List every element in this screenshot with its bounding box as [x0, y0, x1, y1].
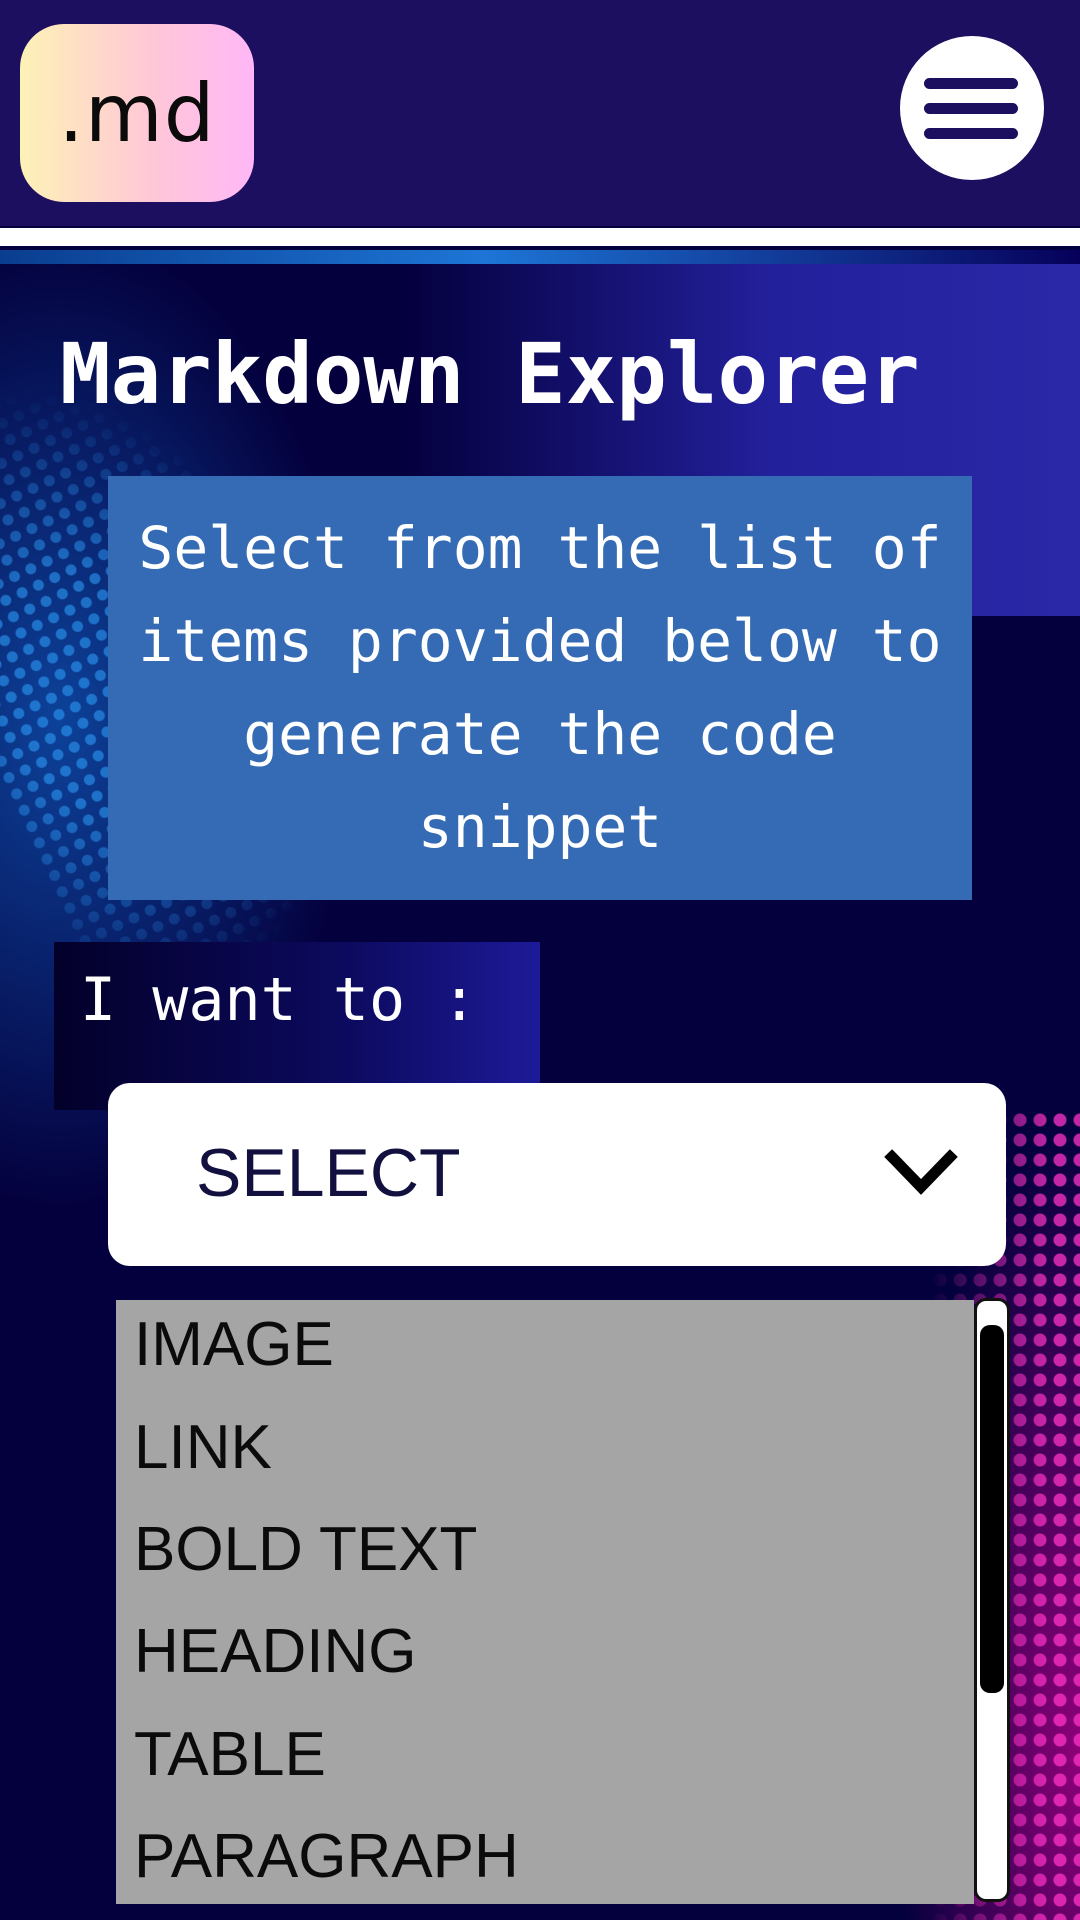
list-scrollbar[interactable]: [974, 1298, 1010, 1902]
list-item-table[interactable]: TABLE: [134, 1724, 326, 1786]
logo[interactable]: .md: [20, 24, 254, 202]
intro-box: Select from the list of items provided b…: [108, 476, 972, 900]
want-label: I want to :: [80, 965, 478, 1035]
list-item-image[interactable]: IMAGE: [134, 1314, 334, 1376]
list-item-paragraph[interactable]: PARAGRAPH: [134, 1826, 519, 1888]
chevron-down-icon[interactable]: [884, 1137, 958, 1211]
select-value: SELECT: [196, 1135, 461, 1211]
scrollbar-thumb[interactable]: [980, 1325, 1004, 1693]
list-item-bold-text[interactable]: BOLD TEXT: [134, 1519, 477, 1581]
menu-button[interactable]: [900, 36, 1044, 180]
intro-text: Select from the list of items provided b…: [138, 514, 942, 861]
list-item-heading[interactable]: HEADING: [134, 1621, 416, 1683]
item-select[interactable]: SELECT: [108, 1083, 1006, 1266]
logo-text: .md: [58, 66, 216, 160]
list-item-link[interactable]: LINK: [134, 1417, 272, 1479]
page-title: Markdown Explorer: [60, 325, 920, 423]
options-list[interactable]: IMAGE LINK BOLD TEXT HEADING TABLE PARAG…: [116, 1300, 974, 1904]
divider: [0, 228, 1080, 246]
top-navbar: .md: [0, 0, 1080, 226]
